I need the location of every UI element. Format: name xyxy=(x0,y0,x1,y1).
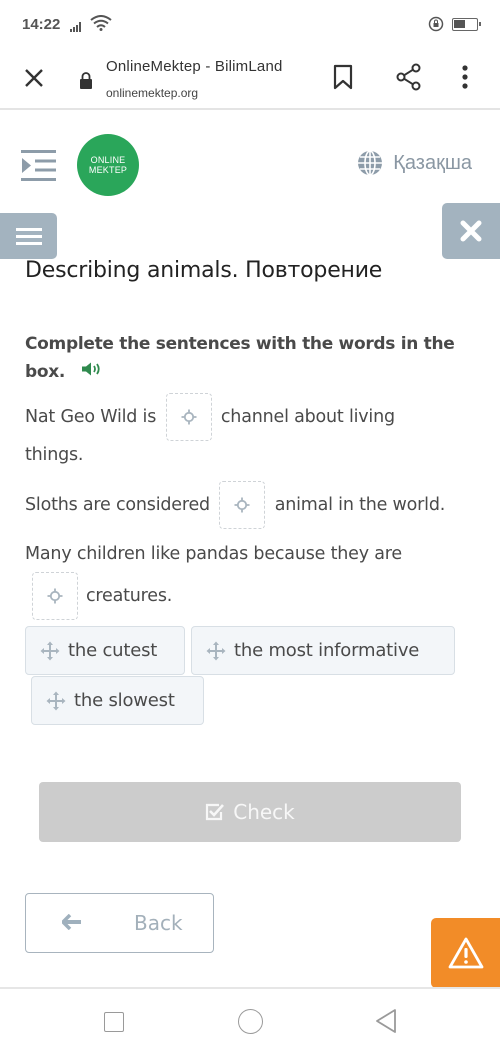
word-chip[interactable]: the slowest xyxy=(31,676,204,725)
status-time: 14:22 xyxy=(22,16,61,33)
back-triangle-icon xyxy=(376,1009,396,1033)
sentence-text: things. xyxy=(25,445,84,465)
hamburger-icon-bar xyxy=(15,227,42,231)
check-label: Check xyxy=(233,800,295,824)
hamburger-icon-bar xyxy=(15,234,42,238)
back-label: Back xyxy=(134,911,183,935)
globe-icon xyxy=(358,150,383,176)
bookmark-button[interactable] xyxy=(332,64,354,94)
word-chip[interactable]: the most informative xyxy=(191,626,455,675)
warning-icon xyxy=(448,937,483,969)
home-button[interactable] xyxy=(238,1009,263,1034)
logo-line1: ONLINE xyxy=(90,155,126,165)
arrow-left-icon xyxy=(62,914,81,930)
word-chip-label: the cutest xyxy=(68,640,158,661)
checkbox-icon xyxy=(206,803,225,821)
sentence-text: Nat Geo Wild is xyxy=(25,407,157,427)
close-icon xyxy=(460,220,482,242)
browser-toolbar: OnlineMektep - BilimLand onlinemektep.or… xyxy=(0,52,500,110)
target-icon xyxy=(47,588,63,604)
more-options-button[interactable] xyxy=(460,64,470,94)
word-chip-label: the slowest xyxy=(74,690,175,711)
move-icon xyxy=(206,641,226,660)
language-switch[interactable]: Қазақша xyxy=(357,150,472,176)
target-icon xyxy=(181,409,197,425)
lesson-title: Describing animals. Повторение xyxy=(25,258,383,283)
url-text[interactable]: onlinemektep.org xyxy=(106,86,198,100)
wifi-icon xyxy=(90,15,112,35)
more-vert-icon xyxy=(462,65,468,89)
system-nav-bar xyxy=(0,987,500,1055)
sentence-text: creatures. xyxy=(86,586,173,606)
logo-line2: MEKTEP xyxy=(88,165,128,175)
task-instruction: Complete the sentences with the words in… xyxy=(25,330,475,386)
status-bar: 14:22 xyxy=(0,0,500,52)
battery-icon xyxy=(452,17,481,31)
sentence-text: channel about living xyxy=(220,407,395,427)
lock-icon xyxy=(79,72,93,93)
share-icon xyxy=(396,63,421,91)
signal-icon xyxy=(70,22,81,32)
close-tab-button[interactable] xyxy=(22,66,46,90)
sentence-text: Many children like pandas because they a… xyxy=(25,544,402,564)
page-title: OnlineMektep - BilimLand xyxy=(106,58,283,75)
word-chip[interactable]: the cutest xyxy=(25,626,185,675)
sidebar-toggle-button[interactable] xyxy=(21,150,57,186)
menu-toggle-button[interactable] xyxy=(0,213,57,259)
move-icon xyxy=(46,691,66,710)
recent-apps-button[interactable] xyxy=(104,1012,124,1032)
indent-menu-icon xyxy=(21,150,56,181)
report-problem-button[interactable] xyxy=(431,918,500,988)
check-button[interactable]: Check xyxy=(39,782,461,842)
sentence-text: animal in the world. xyxy=(274,495,446,515)
share-button[interactable] xyxy=(395,63,423,95)
audio-button[interactable] xyxy=(81,358,103,386)
logo[interactable]: ONLINE MEKTEP xyxy=(77,134,139,196)
close-icon xyxy=(25,69,43,87)
target-icon xyxy=(234,497,250,513)
word-chip-label: the most informative xyxy=(234,640,420,661)
drop-zone-2[interactable] xyxy=(219,481,266,529)
move-icon xyxy=(40,641,60,660)
back-button[interactable]: Back xyxy=(25,893,214,953)
sentence-line: creatures. xyxy=(27,572,485,620)
site-header: ONLINE MEKTEP Қазақша xyxy=(0,112,500,212)
drop-zone-1[interactable] xyxy=(165,393,212,441)
sentence-2: Sloths are considered animal in the worl… xyxy=(25,480,485,530)
language-label: Қазақша xyxy=(393,151,472,174)
bookmark-icon xyxy=(333,64,353,90)
sentence-3: Many children like pandas because they a… xyxy=(25,540,485,620)
speaker-icon xyxy=(81,362,100,376)
status-right xyxy=(428,16,481,32)
hamburger-icon-bar xyxy=(15,241,42,245)
drop-zone-3[interactable] xyxy=(32,572,78,620)
system-back-button[interactable] xyxy=(375,1008,397,1038)
sentence-text: Sloths are considered xyxy=(25,495,210,515)
rotation-lock-icon xyxy=(428,16,444,32)
close-panel-button[interactable] xyxy=(442,203,500,259)
sentence-1: Nat Geo Wild is channel about living thi… xyxy=(25,392,485,480)
